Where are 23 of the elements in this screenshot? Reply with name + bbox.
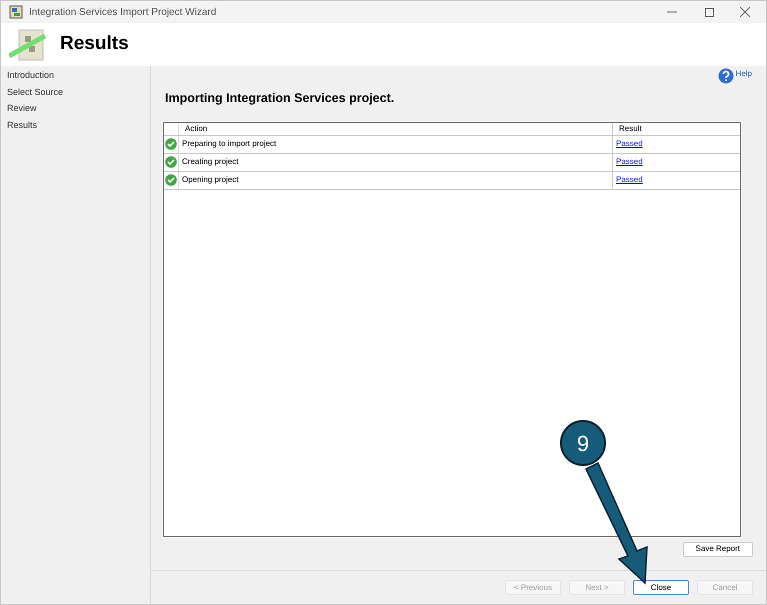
result-link[interactable]: Passed	[616, 138, 643, 150]
column-header: Action	[185, 122, 208, 135]
table-cell: Preparing to import project	[182, 138, 276, 150]
sidebar-item[interactable]: Review	[7, 102, 150, 114]
app-icon	[9, 5, 23, 19]
wizard-icon	[9, 28, 47, 62]
table-cell: Creating project	[182, 156, 238, 168]
table-cell: Opening project	[182, 174, 238, 186]
result-link[interactable]: Passed	[616, 174, 643, 186]
save-report-button[interactable]: Save Report	[682, 542, 753, 557]
wizard-button[interactable]: Close	[633, 580, 689, 595]
result-link[interactable]: Passed	[616, 156, 643, 168]
help-icon	[718, 68, 734, 84]
sidebar-item[interactable]: Results	[7, 118, 150, 131]
close-icon[interactable]	[740, 7, 750, 17]
column-header: Result	[619, 122, 642, 135]
sidebar-item[interactable]: Introduction	[7, 69, 150, 82]
window-title: Integration Services Import Project Wizard	[29, 6, 216, 20]
page-title: Results	[60, 32, 129, 56]
section-heading: Importing Integration Services project.	[165, 90, 396, 107]
help-link[interactable]: Help	[718, 68, 752, 84]
maximize-icon[interactable]	[705, 8, 714, 16]
sidebar-item[interactable]: Select Source	[7, 86, 150, 98]
